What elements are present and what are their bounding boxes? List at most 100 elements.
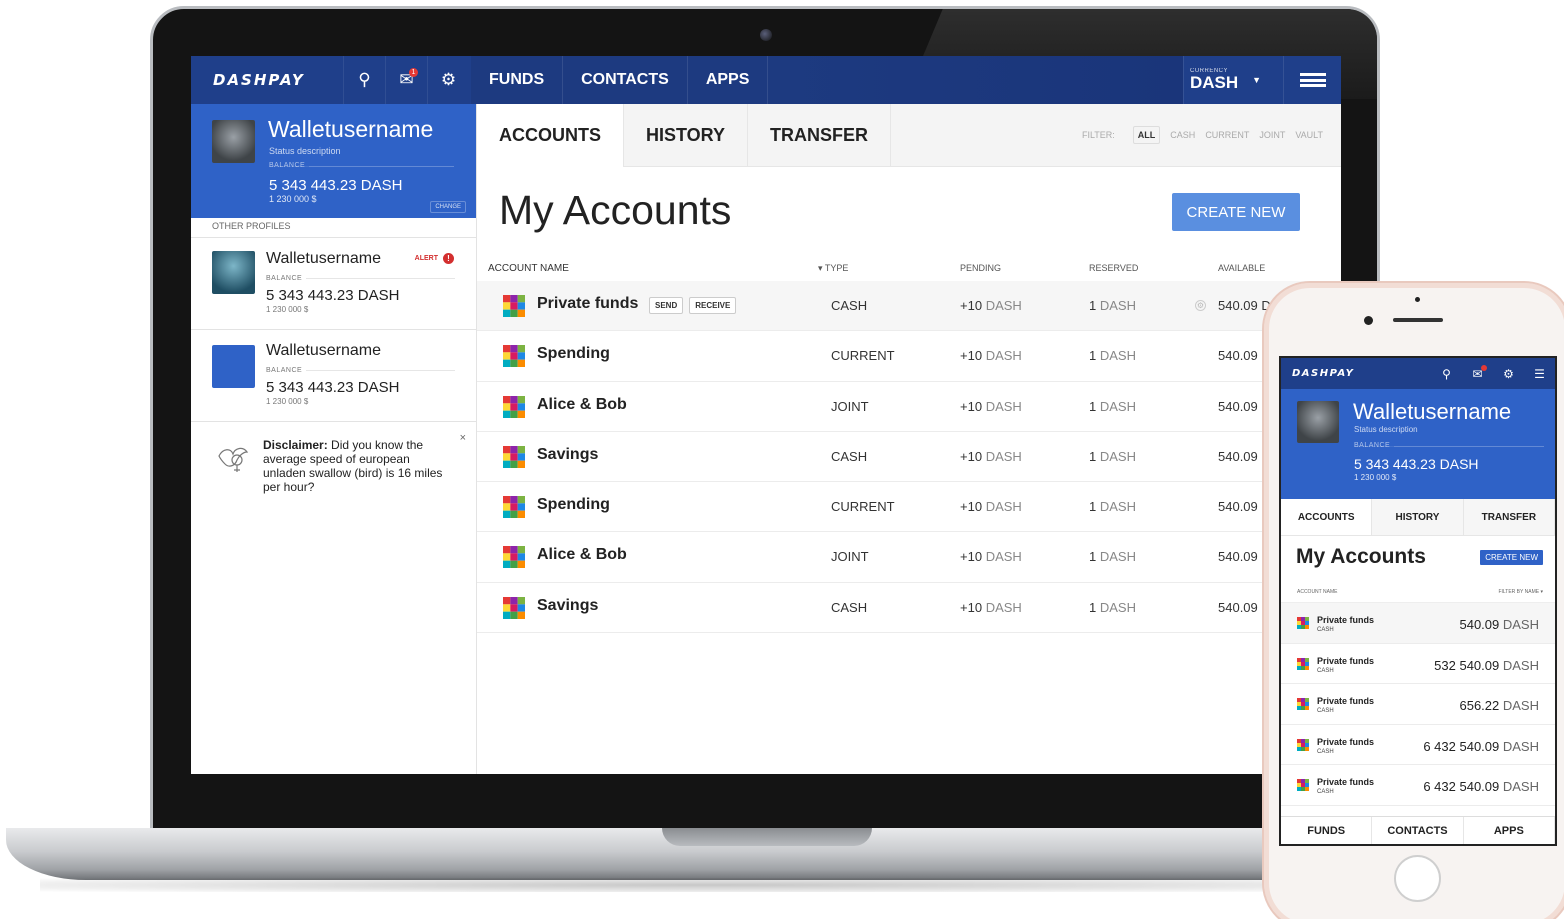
disclaimer-card: Disclaimer: Did you know the average spe… [191, 422, 476, 512]
current-profile[interactable]: Walletusername Status description BALANC… [191, 104, 476, 218]
account-name: Spending [537, 496, 610, 514]
change-button[interactable]: CHANGE [430, 201, 466, 213]
bird-sketch-icon [218, 447, 249, 472]
list-item[interactable]: Private funds CASH 532 540.09 DASH [1281, 644, 1555, 685]
gear-icon[interactable]: ⚙ [1195, 300, 1206, 311]
account-reserved: 1 DASH [1089, 348, 1136, 364]
alert-badge[interactable]: ALERT! [415, 253, 454, 264]
phone-current-profile[interactable]: Walletusername Status description BALANC… [1281, 389, 1555, 499]
list-item[interactable]: Private funds CASH 6 432 540.09 DASH [1281, 765, 1555, 806]
create-new-button[interactable]: CREATE NEW [1480, 550, 1543, 565]
accounts-table: Private funds SEND RECEIVE ⚙ CASH +10 DA… [477, 281, 1341, 634]
list-item[interactable]: Private funds CASH 540.09 DASH [1281, 603, 1555, 644]
mail-icon[interactable]: ✉ [1462, 358, 1493, 389]
profile-name: Walletusername [266, 250, 382, 267]
account-type: CASH [1317, 708, 1334, 715]
tab-history[interactable]: HISTORY [1372, 499, 1464, 535]
column-available[interactable]: AVAILABLE [1218, 263, 1265, 273]
nav-apps[interactable]: APPS [688, 56, 769, 104]
phone-home-button[interactable] [1394, 855, 1441, 902]
search-icon[interactable]: ⚲ [1431, 358, 1462, 389]
close-icon[interactable]: × [460, 432, 466, 444]
mail-icon[interactable]: ✉ 1 [385, 56, 427, 104]
column-account-name: ACCOUNT NAME [1297, 589, 1338, 595]
hamburger-menu-icon[interactable] [1283, 56, 1341, 104]
filter-all[interactable]: ALL [1132, 126, 1161, 144]
account-type: CASH [1317, 748, 1334, 755]
account-reserved: 1 DASH [1089, 398, 1136, 414]
receive-button[interactable]: RECEIVE [689, 297, 737, 314]
account-type: CASH [831, 599, 868, 615]
brand-logo[interactable]: DASHPAY [1281, 368, 1431, 379]
profile-item[interactable]: Walletusername BALANCE 5 343 443.23 DASH… [191, 330, 476, 422]
profile-fiat: 1 230 000 $ [266, 305, 309, 314]
nav-contacts[interactable]: CONTACTS [563, 56, 688, 104]
phone-list-header: ACCOUNT NAME FILTER BY NAME ▾ [1281, 581, 1555, 603]
account-pending: +10 DASH [960, 398, 1022, 414]
account-pending: +10 DASH [960, 348, 1022, 364]
search-icon[interactable]: ⚲ [343, 56, 385, 104]
tab-history[interactable]: HISTORY [624, 104, 749, 167]
column-reserved[interactable]: RESERVED [1089, 263, 1138, 273]
nav-funds[interactable]: FUNDS [471, 56, 564, 104]
filter-by-name[interactable]: FILTER BY NAME ▾ [1498, 589, 1543, 595]
nav-contacts[interactable]: CONTACTS [1372, 817, 1464, 844]
avatar [1297, 401, 1339, 443]
notification-badge [1481, 365, 1487, 371]
table-row[interactable]: Spending CURRENT +10 DASH 1 DASH 540.09 [477, 331, 1341, 382]
table-row[interactable]: Alice & Bob JOINT +10 DASH 1 DASH 540.09 [477, 532, 1341, 583]
tab-accounts[interactable]: ACCOUNTS [477, 104, 624, 167]
account-mosaic-icon [503, 295, 525, 317]
account-pending: +10 DASH [960, 599, 1022, 615]
account-pending: +10 DASH [960, 549, 1022, 565]
profile-balance: 5 343 443.23 DASH [269, 177, 403, 194]
account-available: 540.09 [1218, 549, 1258, 565]
account-mosaic-icon [503, 496, 525, 519]
profile-balance: 5 343 443.23 DASH [266, 379, 400, 396]
profile-item[interactable]: Walletusername ALERT! BALANCE 5 343 443.… [191, 238, 476, 330]
table-row[interactable]: Private funds SEND RECEIVE ⚙ CASH +10 DA… [477, 281, 1341, 332]
account-mosaic-icon [503, 546, 525, 569]
nav-apps[interactable]: APPS [1464, 817, 1555, 844]
column-type[interactable]: ▾ TYPE [818, 263, 848, 274]
phone-accounts-list: Private funds CASH 540.09 DASH Private f… [1281, 603, 1555, 806]
filter-joint[interactable]: JOINT [1259, 130, 1285, 140]
account-name: Savings [537, 596, 599, 614]
brand-logo[interactable]: DASHPAY [191, 56, 343, 104]
filter-cash[interactable]: CASH [1170, 130, 1195, 140]
account-type: CURRENT [831, 348, 895, 364]
list-item[interactable]: Private funds CASH 6 432 540.09 DASH [1281, 725, 1555, 766]
list-item[interactable]: Private funds CASH 656.22 DASH [1281, 684, 1555, 725]
tab-transfer[interactable]: TRANSFER [1463, 499, 1555, 535]
table-row[interactable]: Alice & Bob JOINT +10 DASH 1 DASH 540.09 [477, 382, 1341, 432]
create-new-button[interactable]: CREATE NEW [1172, 193, 1300, 231]
table-row[interactable]: Savings CASH +10 DASH 1 DASH 540.09 [477, 432, 1341, 483]
gear-icon[interactable]: ⚙ [1493, 358, 1524, 389]
account-name: Private funds [1317, 696, 1375, 707]
notification-badge: 1 [409, 68, 418, 77]
filter-current[interactable]: CURRENT [1205, 130, 1249, 140]
filter-vault[interactable]: VAULT [1295, 130, 1323, 140]
column-pending[interactable]: PENDING [960, 263, 1001, 273]
avatar [212, 251, 255, 294]
filter-bar: FILTER: ALL CASH CURRENT JOINT VAULT [891, 104, 1341, 166]
tab-accounts[interactable]: ACCOUNTS [1281, 499, 1373, 535]
account-reserved: 1 DASH [1089, 549, 1136, 565]
phone-screen: DASHPAY ⚲ ✉ ⚙ ☰ Walletusername Status de… [1279, 356, 1557, 846]
gear-icon[interactable]: ⚙ [427, 56, 469, 104]
account-type: CASH [831, 448, 868, 464]
currency-select[interactable]: CURRENCY DASH ▼ [1183, 56, 1283, 104]
account-name: Alice & Bob [537, 395, 627, 413]
column-account-name[interactable]: ACCOUNT NAME [488, 263, 569, 274]
hamburger-menu-icon[interactable]: ☰ [1524, 358, 1555, 389]
table-row[interactable]: Savings CASH +10 DASH 1 DASH 540.09 [477, 583, 1341, 634]
send-button[interactable]: SEND [649, 297, 684, 314]
profiles-sidebar: Walletusername Status description BALANC… [191, 104, 477, 774]
tab-transfer[interactable]: TRANSFER [748, 104, 892, 167]
top-bar-spacer [768, 56, 1183, 104]
nav-funds[interactable]: FUNDS [1281, 817, 1373, 844]
filter-label: FILTER: [1081, 130, 1115, 140]
table-row[interactable]: Spending CURRENT +10 DASH 1 DASH 540.09 [477, 482, 1341, 533]
profile-fiat: 1 230 000 $ [269, 194, 317, 204]
desktop-screen: DASHPAY ⚲ ✉ 1 ⚙ FUNDS CONTACTS APPS CURRE… [191, 56, 1341, 774]
